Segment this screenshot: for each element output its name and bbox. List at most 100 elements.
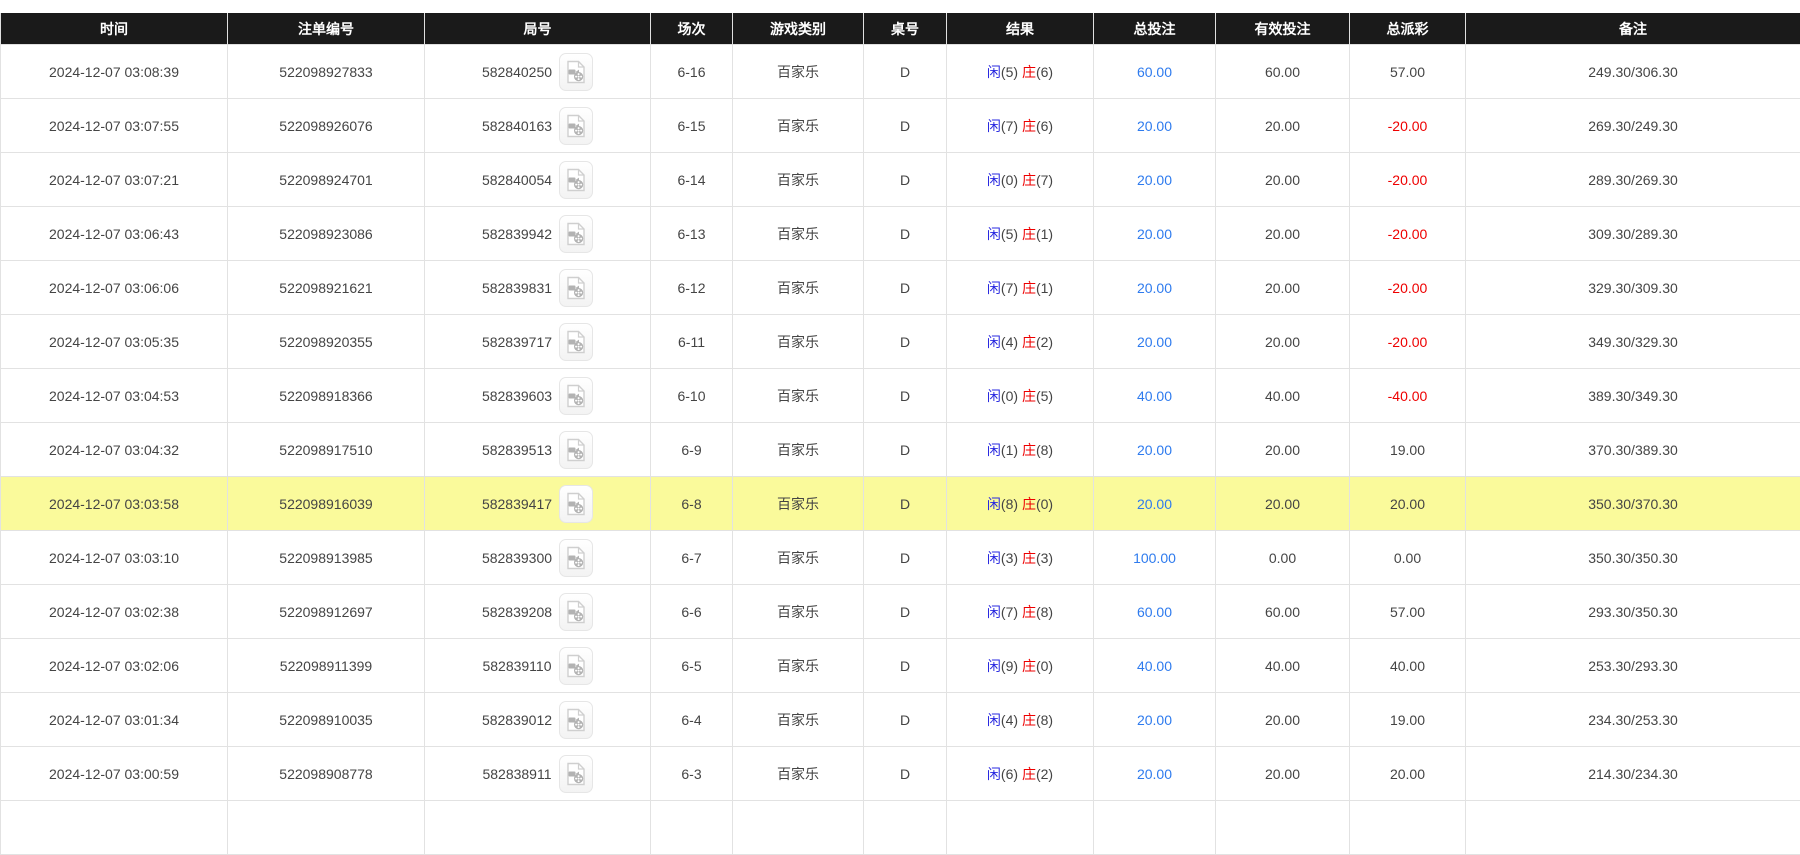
player-result-value: (4): [1001, 334, 1018, 350]
result-cell: 闲(4) 庄(2): [947, 315, 1094, 369]
game-type-cell: 百家乐: [733, 369, 864, 423]
total-bet-cell: 20.00: [1094, 423, 1216, 477]
round-number: 582839831: [482, 280, 552, 296]
player-result-label: 闲: [987, 64, 1001, 80]
remark-cell: 329.30/309.30: [1466, 261, 1800, 315]
table-row[interactable]: 2024-12-07 03:00:59 522098908778 5828389…: [1, 747, 1800, 801]
total-bet-cell: 20.00: [1094, 315, 1216, 369]
total-bet-link[interactable]: 20.00: [1137, 334, 1172, 350]
total-bet-link[interactable]: 20.00: [1137, 226, 1172, 242]
video-replay-button[interactable]: [559, 755, 593, 793]
result-cell: 闲(0) 庄(5): [947, 369, 1094, 423]
remark-cell: 370.30/389.30: [1466, 423, 1800, 477]
table-row[interactable]: 2024-12-07 03:06:06 522098921621 5828398…: [1, 261, 1800, 315]
total-bet-link[interactable]: 40.00: [1137, 388, 1172, 404]
round-number: 582839942: [482, 226, 552, 242]
valid-bet-cell: 40.00: [1216, 369, 1350, 423]
time-cell: 2024-12-07 03:01:34: [1, 693, 228, 747]
table-row[interactable]: 2024-12-07 03:04:53 522098918366 5828396…: [1, 369, 1800, 423]
session-cell: 6-15: [651, 99, 733, 153]
payout-value: 0.00: [1394, 550, 1421, 566]
video-replay-button[interactable]: [559, 323, 593, 361]
banker-result-value: (3): [1036, 550, 1053, 566]
video-replay-button[interactable]: [559, 593, 593, 631]
video-replay-button[interactable]: [559, 215, 593, 253]
video-replay-button[interactable]: [559, 647, 593, 685]
total-bet-link[interactable]: 60.00: [1137, 604, 1172, 620]
game-type-cell: 百家乐: [733, 693, 864, 747]
banker-result-value: (6): [1036, 118, 1053, 134]
valid-bet-cell: 20.00: [1216, 747, 1350, 801]
valid-bet-cell: 20.00: [1216, 261, 1350, 315]
column-header-session: 场次: [651, 13, 733, 45]
player-result-value: (1): [1001, 442, 1018, 458]
round-cell: 582839417: [425, 477, 651, 531]
player-result-label: 闲: [987, 334, 1001, 350]
total-bet-link[interactable]: 20.00: [1137, 496, 1172, 512]
table-row[interactable]: 2024-12-07 03:08:39 522098927833 5828402…: [1, 45, 1800, 99]
total-bet-link[interactable]: 40.00: [1137, 658, 1172, 674]
empty-cell: [1466, 801, 1800, 855]
session-cell: 6-6: [651, 585, 733, 639]
remark-cell: 293.30/350.30: [1466, 585, 1800, 639]
session-cell: 6-9: [651, 423, 733, 477]
payout-value: -20.00: [1388, 172, 1428, 188]
payout-cell: -20.00: [1350, 153, 1466, 207]
total-bet-cell: 60.00: [1094, 45, 1216, 99]
table-row[interactable]: 2024-12-07 03:03:10 522098913985 5828393…: [1, 531, 1800, 585]
round-cell: 582839603: [425, 369, 651, 423]
video-replay-button[interactable]: [559, 539, 593, 577]
player-result-label: 闲: [987, 496, 1001, 512]
table-row[interactable]: 2024-12-07 03:07:55 522098926076 5828401…: [1, 99, 1800, 153]
total-bet-link[interactable]: 20.00: [1137, 712, 1172, 728]
time-cell: 2024-12-07 03:02:38: [1, 585, 228, 639]
total-bet-cell: 100.00: [1094, 531, 1216, 585]
video-replay-button[interactable]: [559, 431, 593, 469]
table-row[interactable]: 2024-12-07 03:06:43 522098923086 5828399…: [1, 207, 1800, 261]
bet-records-table: 时间 注单编号 局号 场次 游戏类别 桌号 结果 总投注 有效投注 总派彩 备注…: [0, 13, 1800, 855]
total-bet-link[interactable]: 20.00: [1137, 442, 1172, 458]
total-bet-link[interactable]: 100.00: [1133, 550, 1176, 566]
video-replay-button[interactable]: [559, 701, 593, 739]
total-bet-link[interactable]: 20.00: [1137, 280, 1172, 296]
table-row[interactable]: 2024-12-07 03:03:58 522098916039 5828394…: [1, 477, 1800, 531]
empty-cell: [864, 801, 947, 855]
total-bet-cell: 20.00: [1094, 207, 1216, 261]
table-row[interactable]: 2024-12-07 03:07:21 522098924701 5828400…: [1, 153, 1800, 207]
table-no-cell: D: [864, 639, 947, 693]
round-cell: 582840250: [425, 45, 651, 99]
table-row[interactable]: 2024-12-07 03:02:38 522098912697 5828392…: [1, 585, 1800, 639]
total-bet-link[interactable]: 20.00: [1137, 172, 1172, 188]
column-header-result: 结果: [947, 13, 1094, 45]
table-row[interactable]: 2024-12-07 03:01:34 522098910035 5828390…: [1, 693, 1800, 747]
total-bet-link[interactable]: 20.00: [1137, 118, 1172, 134]
player-result-value: (6): [1001, 766, 1018, 782]
table-row[interactable]: 2024-12-07 03:05:35 522098920355 5828397…: [1, 315, 1800, 369]
table-row[interactable]: 2024-12-07 03:02:06 522098911399 5828391…: [1, 639, 1800, 693]
table-no-cell: D: [864, 369, 947, 423]
table-row[interactable]: 2024-12-07 03:04:32 522098917510 5828395…: [1, 423, 1800, 477]
video-replay-button[interactable]: [559, 53, 593, 91]
table-no-cell: D: [864, 207, 947, 261]
empty-cell: [228, 801, 425, 855]
video-replay-button[interactable]: [559, 107, 593, 145]
video-replay-button[interactable]: [559, 161, 593, 199]
total-bet-cell: 20.00: [1094, 153, 1216, 207]
remark-cell: 249.30/306.30: [1466, 45, 1800, 99]
total-bet-link[interactable]: 60.00: [1137, 64, 1172, 80]
bet-id-cell: 522098918366: [228, 369, 425, 423]
table-no-cell: D: [864, 153, 947, 207]
banker-result-label: 庄: [1022, 766, 1036, 782]
video-replay-button[interactable]: [559, 485, 593, 523]
player-result-value: (8): [1001, 496, 1018, 512]
player-result-label: 闲: [987, 442, 1001, 458]
banker-result-value: (8): [1036, 604, 1053, 620]
total-bet-link[interactable]: 20.00: [1137, 766, 1172, 782]
time-cell: 2024-12-07 03:04:53: [1, 369, 228, 423]
video-replay-button[interactable]: [559, 377, 593, 415]
video-replay-button[interactable]: [559, 269, 593, 307]
video-replay-icon: [566, 438, 586, 462]
player-result-label: 闲: [987, 172, 1001, 188]
player-result-value: (7): [1001, 118, 1018, 134]
column-header-total-bet: 总投注: [1094, 13, 1216, 45]
